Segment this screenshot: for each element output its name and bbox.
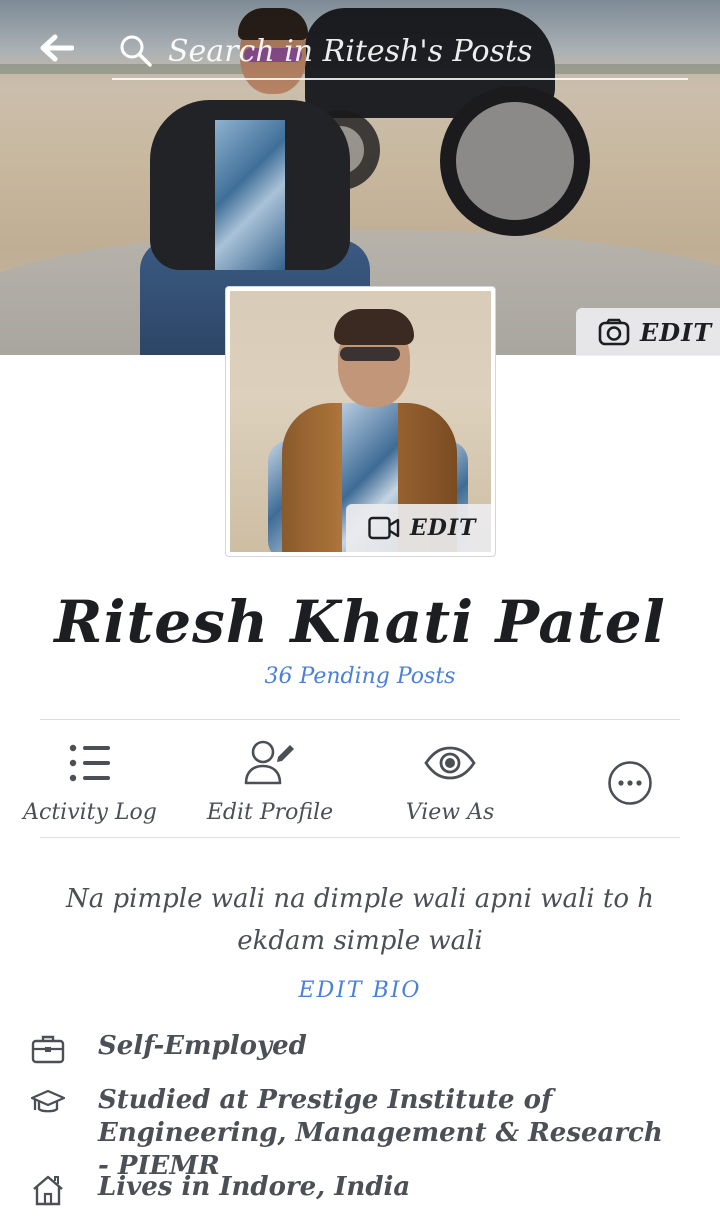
edit-profile-icon [244,740,294,785]
view-as-label: View As [405,800,495,825]
activity-log-button[interactable]: Activity Log [0,722,180,836]
profile-actions-bar: Activity Log Edit Profile View As [0,722,720,836]
view-as-button[interactable]: View As [360,722,540,836]
more-options-button[interactable] [540,722,720,836]
camera-icon [598,318,630,346]
search-icon [120,35,152,67]
back-arrow-icon [40,34,74,62]
edit-bio-link[interactable]: EDIT BIO [0,978,720,1003]
activity-log-label: Activity Log [23,800,157,825]
detail-work: Self-Employed [0,1030,720,1066]
home-icon [33,1175,63,1206]
cover-motorcycle-rear-wheel [440,86,590,236]
detail-location-text: Lives in Indore, India [98,1172,411,1202]
profile-name: Ritesh Khati Patel [54,588,666,656]
detail-work-text: Self-Employed [98,1031,307,1061]
eye-icon [424,746,476,780]
profile-person-hair [334,309,414,345]
pending-posts-link[interactable]: 36 Pending Posts [0,664,720,689]
divider-bottom [40,837,680,838]
cover-edit-button[interactable]: EDIT [576,308,720,356]
search-input[interactable]: Search in Ritesh's Posts [112,24,688,80]
briefcase-icon [31,1035,65,1064]
profile-picture-edit-button[interactable]: EDIT [346,504,491,552]
back-button[interactable] [36,30,76,66]
more-icon [608,761,652,805]
profile-picture-frame[interactable]: EDIT [225,286,496,557]
video-camera-icon [368,516,400,540]
cover-edit-label: EDIT [640,317,713,347]
divider-top [40,719,680,720]
bio-text: Na pimple wali na dimple wali apni wali … [65,884,654,956]
list-icon [69,744,110,782]
profile-picture-edit-label: EDIT [410,515,477,541]
profile-person-sunglasses [340,347,400,361]
detail-location: Lives in Indore, India [0,1171,720,1207]
detail-education: Studied at Prestige Institute of Enginee… [0,1084,720,1183]
cover-person-shirt [215,120,285,270]
search-placeholder: Search in Ritesh's Posts [168,33,533,69]
profile-picture[interactable]: EDIT [230,291,491,552]
graduation-cap-icon [31,1089,65,1113]
edit-profile-label: Edit Profile [206,800,334,825]
edit-profile-button[interactable]: Edit Profile [180,722,360,836]
detail-education-text: Studied at Prestige Institute of Enginee… [98,1085,663,1181]
